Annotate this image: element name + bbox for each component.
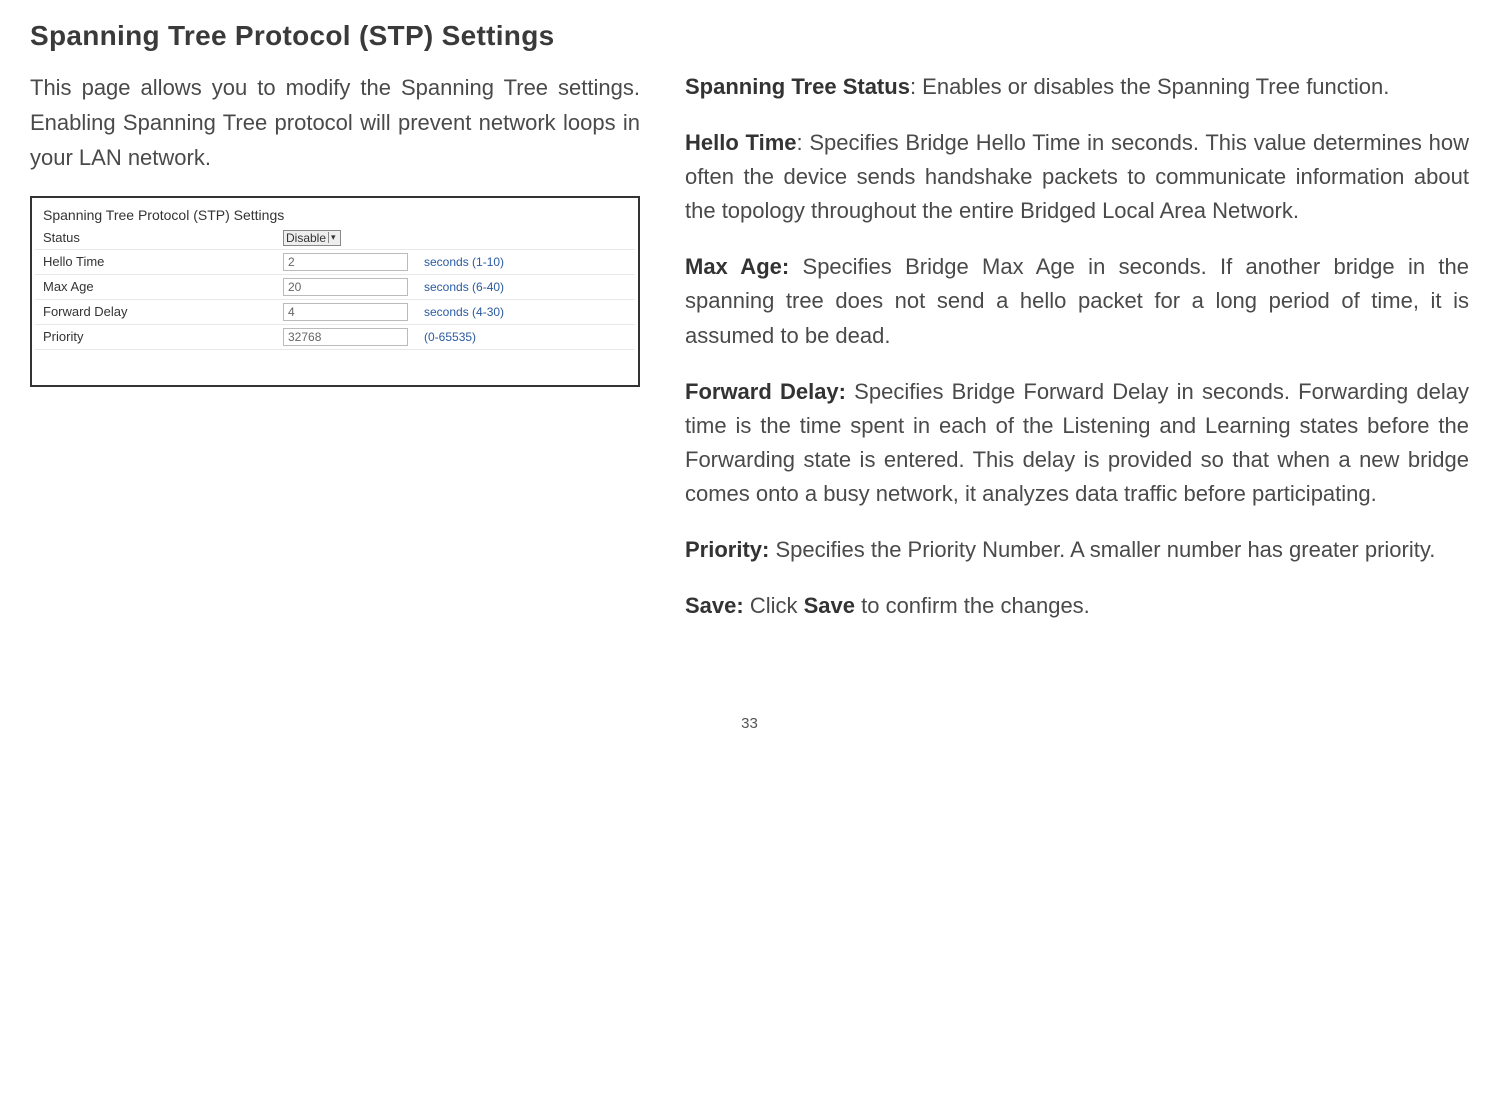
row-maxage: Max Age seconds (6-40) [35,274,635,299]
label-status: Status [35,227,275,250]
def-hello-text: : Specifies Bridge Hello Time in seconds… [685,130,1469,223]
def-priority-text: Specifies the Priority Number. A smaller… [769,537,1435,562]
row-forwarddelay: Forward Delay seconds (4-30) [35,299,635,324]
right-column: Spanning Tree Status: Enables or disable… [685,70,1469,645]
def-status-text: : Enables or disables the Spanning Tree … [910,74,1389,99]
label-priority: Priority [35,324,275,349]
def-forward-label: Forward Delay: [685,379,846,404]
def-forward: Forward Delay: Specifies Bridge Forward … [685,375,1469,511]
note-maxage: seconds (6-40) [416,274,635,299]
def-status-label: Spanning Tree Status [685,74,910,99]
page-number: 33 [30,715,1469,732]
def-maxage-text: Specifies Bridge Max Age in seconds. If … [685,254,1469,347]
settings-screenshot: Spanning Tree Protocol (STP) Settings St… [30,196,640,387]
intro-text: This page allows you to modify the Spann… [30,70,640,176]
note-hellotime: seconds (1-10) [416,249,635,274]
row-priority: Priority (0-65535) [35,324,635,349]
def-save: Save: Click Save to confirm the changes. [685,589,1469,623]
def-priority: Priority: Specifies the Priority Number.… [685,533,1469,567]
page-title: Spanning Tree Protocol (STP) Settings [30,20,1469,52]
row-status: Status Disable [35,227,635,250]
def-maxage-label: Max Age: [685,254,789,279]
settings-table: Status Disable Hello Time seconds (1-10)… [35,227,635,350]
forwarddelay-input[interactable] [283,303,408,321]
def-priority-label: Priority: [685,537,769,562]
maxage-input[interactable] [283,278,408,296]
def-save-label labeled: Save [804,593,855,618]
label-hellotime: Hello Time [35,249,275,274]
def-status: Spanning Tree Status: Enables or disable… [685,70,1469,104]
content-columns: This page allows you to modify the Spann… [30,70,1469,645]
status-select[interactable]: Disable [283,230,341,246]
hellotime-input[interactable] [283,253,408,271]
def-hello: Hello Time: Specifies Bridge Hello Time … [685,126,1469,228]
def-save-post: to confirm the changes. [855,593,1090,618]
def-save-label: Save: [685,593,744,618]
label-maxage: Max Age [35,274,275,299]
row-hellotime: Hello Time seconds (1-10) [35,249,635,274]
def-save-pre: Click [744,593,804,618]
note-forwarddelay: seconds (4-30) [416,299,635,324]
def-hello-label: Hello Time [685,130,797,155]
note-status [416,227,635,250]
left-column: This page allows you to modify the Spann… [30,70,640,645]
note-priority: (0-65535) [416,324,635,349]
label-forwarddelay: Forward Delay [35,299,275,324]
form-heading: Spanning Tree Protocol (STP) Settings [35,203,635,227]
def-maxage: Max Age: Specifies Bridge Max Age in sec… [685,250,1469,352]
priority-input[interactable] [283,328,408,346]
